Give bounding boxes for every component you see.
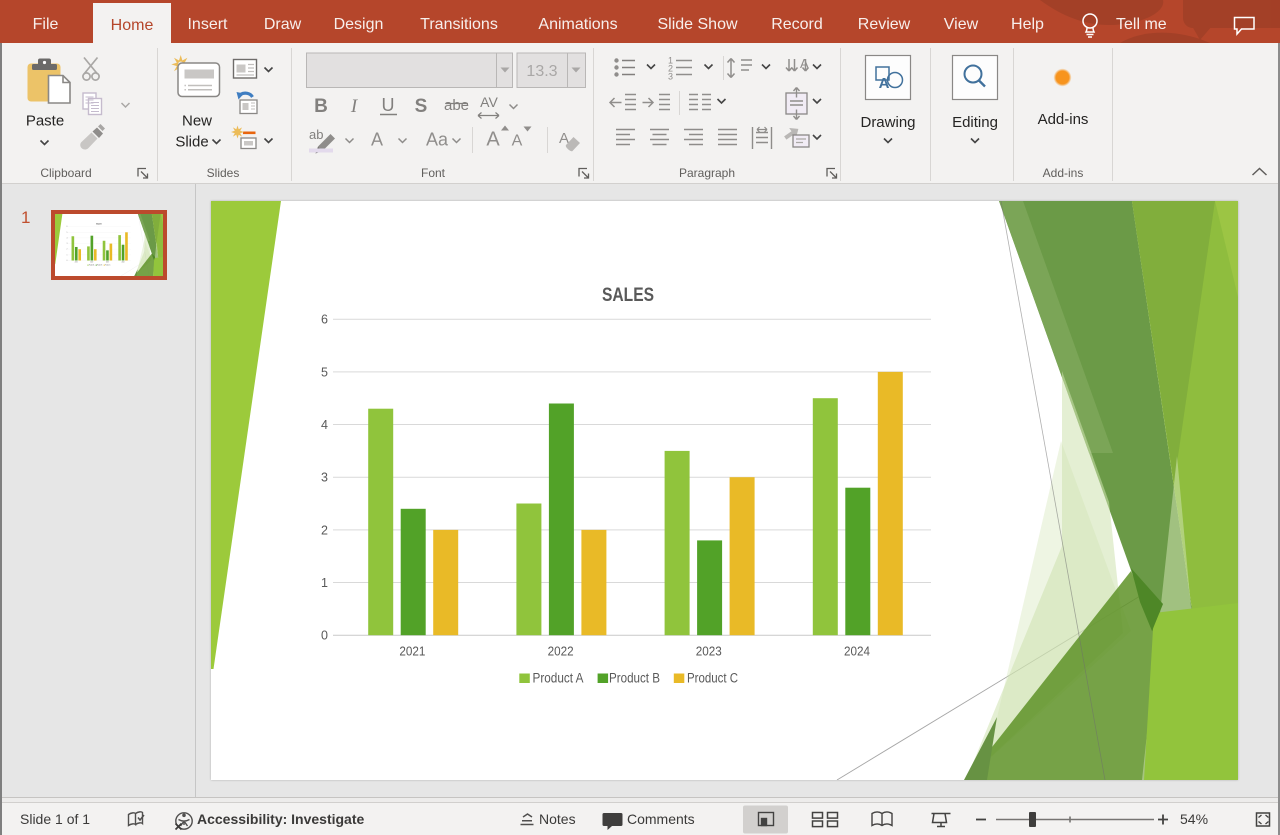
svg-text:2022: 2022 — [548, 645, 574, 659]
svg-text:A: A — [486, 129, 500, 151]
svg-text:0: 0 — [321, 629, 328, 643]
svg-text:SALES: SALES — [96, 223, 102, 226]
svg-text:A: A — [512, 133, 523, 150]
svg-text:3: 3 — [321, 471, 328, 485]
svg-text:AV: AV — [480, 94, 498, 110]
svg-text:A: A — [800, 56, 809, 71]
svg-text:5: 5 — [321, 365, 328, 379]
svg-text:I: I — [350, 96, 359, 117]
svg-text:13.3: 13.3 — [526, 63, 557, 80]
svg-text:abe: abe — [444, 97, 469, 114]
svg-text:Slide: Slide — [175, 134, 208, 151]
svg-text:SALES: SALES — [602, 284, 654, 306]
svg-text:2023: 2023 — [696, 645, 722, 659]
svg-text:4: 4 — [321, 418, 328, 432]
svg-text:1: 1 — [67, 254, 68, 256]
svg-text:2: 2 — [67, 249, 68, 251]
svg-text:3: 3 — [67, 243, 68, 245]
svg-text:0: 0 — [67, 260, 68, 262]
svg-text:B: B — [314, 96, 328, 117]
svg-text:Drawing: Drawing — [860, 114, 915, 131]
svg-text:2024: 2024 — [122, 262, 125, 264]
svg-text:5: 5 — [67, 232, 68, 234]
svg-text:Aa: Aa — [426, 130, 449, 150]
svg-text:A: A — [371, 130, 383, 150]
svg-text:U: U — [382, 95, 395, 115]
svg-text:Product B: Product B — [97, 264, 102, 267]
svg-text:A: A — [879, 75, 890, 92]
svg-text:2023: 2023 — [106, 262, 109, 264]
svg-text:Product B: Product B — [609, 671, 660, 686]
svg-text:2022: 2022 — [90, 262, 93, 264]
svg-text:6: 6 — [67, 226, 68, 228]
svg-text:2: 2 — [321, 523, 328, 537]
svg-text:Paste: Paste — [26, 113, 64, 130]
svg-text:Editing: Editing — [952, 114, 998, 131]
svg-text:2021: 2021 — [75, 262, 78, 264]
svg-text:4: 4 — [67, 237, 68, 239]
svg-text:Add-ins: Add-ins — [1038, 111, 1089, 128]
svg-text:1: 1 — [321, 576, 328, 590]
svg-text:New: New — [182, 113, 212, 130]
svg-text:Product A: Product A — [89, 264, 94, 267]
svg-text:Product A: Product A — [533, 671, 584, 686]
svg-text:S: S — [415, 96, 428, 117]
svg-text:Product C: Product C — [105, 264, 110, 267]
svg-text:Product C: Product C — [687, 671, 738, 686]
svg-text:ab: ab — [309, 127, 323, 142]
svg-text:6: 6 — [321, 313, 328, 327]
svg-text:2024: 2024 — [844, 645, 870, 659]
svg-text:3: 3 — [668, 72, 673, 82]
svg-text:2021: 2021 — [399, 645, 425, 659]
